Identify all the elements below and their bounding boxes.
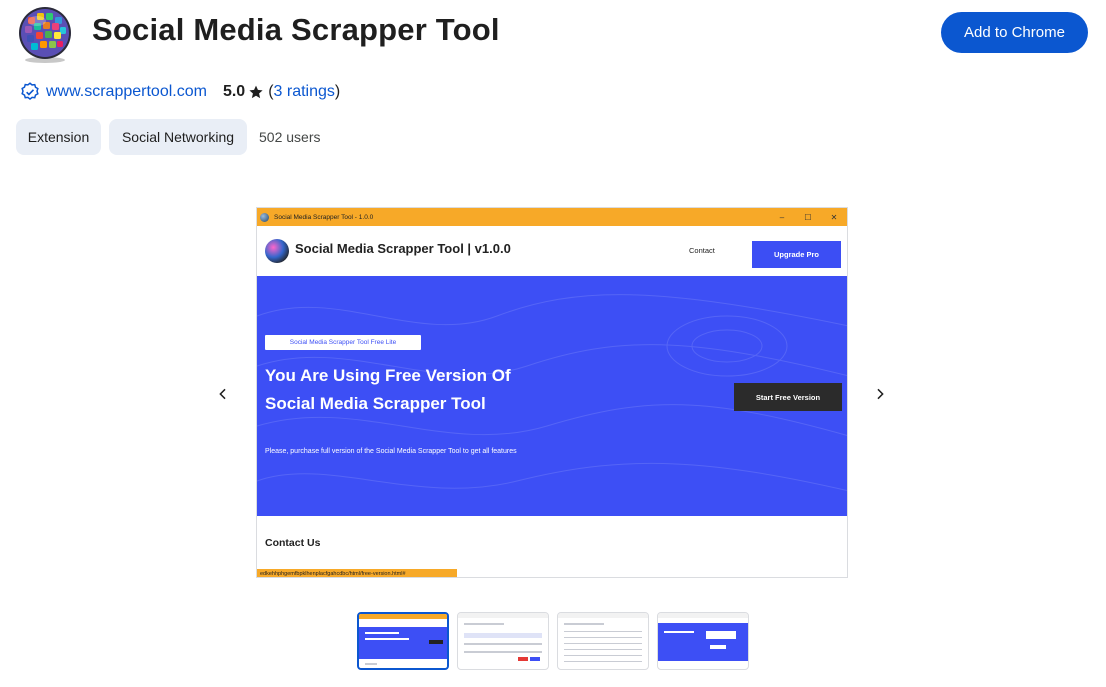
thumbnail-line bbox=[464, 633, 542, 638]
chevron-right-icon bbox=[877, 388, 884, 400]
extension-logo bbox=[19, 7, 71, 63]
thumbnail-line bbox=[464, 623, 504, 625]
window-controls: – ☐ ✕ bbox=[769, 208, 847, 226]
screenshot-start-button: Start Free Version bbox=[734, 383, 842, 411]
chip-category[interactable]: Social Networking bbox=[109, 119, 247, 155]
user-count: 502 users bbox=[259, 129, 321, 145]
ratings-close-paren: ) bbox=[334, 83, 341, 100]
meta-row: www.scrappertool.com 5.0 (3 ratings) bbox=[20, 80, 340, 104]
chevron-left-icon bbox=[219, 388, 226, 400]
thumbnail-line bbox=[564, 637, 642, 638]
screenshot-status-url: edkehhphgemfbpklhenplacfgahcdbc/html/fre… bbox=[257, 569, 457, 577]
thumbnail-hero bbox=[658, 623, 748, 661]
ratings-count: (3 ratings) bbox=[268, 83, 340, 101]
thumbnail-bar bbox=[558, 613, 648, 618]
thumbnail-line bbox=[365, 638, 409, 640]
screenshot-upgrade-button: Upgrade Pro bbox=[752, 241, 841, 268]
thumbnail-line bbox=[365, 663, 377, 665]
extension-title: Social Media Scrapper Tool bbox=[92, 12, 500, 47]
thumbnail-bar bbox=[658, 613, 748, 618]
add-to-chrome-button[interactable]: Add to Chrome bbox=[941, 12, 1088, 53]
screenshot-heading-line1: You Are Using Free Version Of bbox=[265, 366, 511, 385]
screenshot-brand: Social Media Scrapper Tool | v1.0.0 bbox=[295, 241, 511, 256]
thumbnail-line bbox=[518, 657, 528, 661]
thumbnail-line bbox=[564, 661, 642, 662]
ratings-link[interactable]: 3 ratings bbox=[274, 83, 335, 100]
screenshot-window-title: Social Media Scrapper Tool - 1.0.0 bbox=[274, 213, 374, 221]
thumbnail-line bbox=[564, 623, 604, 625]
maximize-icon: ☐ bbox=[804, 212, 812, 222]
carousel-prev-button[interactable] bbox=[209, 380, 237, 408]
thumbnail-line bbox=[464, 651, 542, 653]
star-icon bbox=[249, 85, 263, 99]
screenshot-header: Social Media Scrapper Tool | v1.0.0 Cont… bbox=[257, 226, 847, 276]
thumbnail-line bbox=[564, 643, 642, 644]
screenshot-contact-link: Contact bbox=[689, 246, 715, 255]
thumbnail-line bbox=[564, 631, 642, 632]
minimize-icon: – bbox=[779, 212, 785, 222]
website-link[interactable]: www.scrappertool.com bbox=[46, 83, 207, 101]
screenshot-main: Social Media Scrapper Tool - 1.0.0 – ☐ ✕… bbox=[256, 207, 848, 578]
screenshot-hero: Social Media Scrapper Tool Free Lite You… bbox=[257, 276, 847, 516]
thumbnail-line bbox=[429, 640, 443, 644]
thumbnail-1[interactable] bbox=[357, 612, 449, 670]
thumbnail-line bbox=[464, 643, 542, 645]
thumbnail-line bbox=[664, 631, 694, 633]
close-icon: ✕ bbox=[830, 212, 838, 222]
screenshot-logo bbox=[265, 239, 289, 263]
screenshot-pill: Social Media Scrapper Tool Free Lite bbox=[265, 335, 421, 350]
thumbnail-bar bbox=[458, 613, 548, 618]
carousel-next-button[interactable] bbox=[866, 380, 894, 408]
thumbnail-2[interactable] bbox=[457, 612, 549, 670]
thumbnail-bar bbox=[359, 614, 447, 619]
screenshot-heading: You Are Using Free Version Of Social Med… bbox=[265, 362, 595, 418]
chip-extension[interactable]: Extension bbox=[16, 119, 101, 155]
thumbnail-line bbox=[365, 632, 399, 634]
rating-value: 5.0 bbox=[222, 83, 246, 100]
thumbnail-line bbox=[564, 649, 642, 650]
thumbnail-line bbox=[706, 631, 736, 639]
thumbnail-3[interactable] bbox=[557, 612, 649, 670]
verified-badge-icon bbox=[21, 82, 39, 101]
thumbnail-line bbox=[710, 645, 726, 649]
screenshot-contact-us: Contact Us bbox=[265, 537, 321, 549]
screenshot-titlebar: Social Media Scrapper Tool - 1.0.0 – ☐ ✕ bbox=[257, 208, 847, 226]
thumbnail-strip bbox=[357, 612, 749, 670]
thumbnail-line bbox=[564, 655, 642, 656]
thumbnail-4[interactable] bbox=[657, 612, 749, 670]
screenshot-heading-line2: Social Media Scrapper Tool bbox=[265, 394, 486, 413]
app-icon bbox=[260, 212, 269, 222]
thumbnail-line bbox=[530, 657, 540, 661]
screenshot-description: Please, purchase full version of the Soc… bbox=[265, 448, 517, 455]
